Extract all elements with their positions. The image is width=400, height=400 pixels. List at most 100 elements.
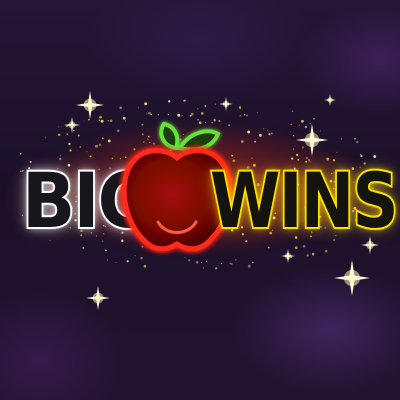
gold-dust — [144, 102, 148, 106]
gold-dust — [254, 140, 256, 143]
gold-dust — [355, 140, 359, 144]
gold-dust — [231, 263, 233, 265]
gold-dust — [292, 134, 295, 137]
gold-dust — [100, 119, 104, 123]
gold-dust — [157, 114, 159, 116]
gold-dust — [57, 133, 61, 137]
gold-dust — [324, 249, 328, 253]
gold-dust — [195, 260, 199, 264]
gold-dust — [187, 259, 191, 262]
gold-dust — [247, 130, 251, 134]
gold-dust — [309, 123, 311, 125]
gold-dust — [243, 113, 246, 116]
sparkle-icon — [219, 97, 233, 111]
gold-dust — [86, 151, 88, 153]
gold-dust — [148, 111, 151, 115]
gold-dust — [107, 119, 110, 122]
gold-dust — [294, 246, 298, 250]
gold-dust — [137, 107, 139, 109]
sparkle-icon — [86, 286, 110, 310]
gold-dust — [341, 138, 343, 140]
gold-dust — [77, 134, 80, 137]
gold-dust — [119, 106, 122, 110]
gold-dust — [313, 118, 315, 120]
gold-dust — [190, 112, 194, 116]
gold-dust — [302, 244, 306, 248]
gold-dust — [68, 142, 71, 146]
gold-dust — [247, 264, 251, 268]
gold-dust — [258, 133, 262, 137]
gold-dust — [229, 262, 232, 265]
gold-dust — [252, 261, 254, 264]
gold-dust — [82, 247, 85, 249]
gold-dust — [239, 115, 242, 117]
gold-dust — [336, 151, 338, 153]
logo-word-wins: WINS — [208, 156, 400, 245]
gold-dust — [298, 124, 300, 126]
gold-dust — [126, 260, 129, 263]
gold-dust — [58, 126, 60, 128]
gold-dust — [267, 246, 270, 249]
sparkle-icon — [76, 91, 104, 119]
gold-dust — [95, 144, 98, 148]
gold-dust — [167, 113, 170, 116]
gold-dust — [98, 119, 101, 121]
gold-dust — [83, 120, 85, 122]
gold-dust — [87, 118, 90, 121]
gold-dust — [183, 99, 186, 102]
gold-dust — [221, 263, 223, 265]
gold-dust — [215, 267, 218, 270]
gold-dust — [181, 114, 183, 116]
gold-dust — [291, 110, 294, 113]
gold-dust — [206, 260, 208, 262]
gold-dust — [214, 103, 216, 105]
gold-dust — [45, 137, 47, 139]
gold-dust — [202, 267, 204, 269]
gold-dust — [266, 129, 268, 131]
gold-dust — [304, 126, 307, 129]
gold-dust — [197, 108, 199, 110]
gold-dust — [268, 133, 271, 136]
gold-dust — [73, 129, 75, 131]
gold-dust — [107, 259, 109, 261]
gold-dust — [200, 262, 202, 264]
gold-dust — [146, 113, 148, 115]
gold-dust — [107, 139, 111, 143]
gold-dust — [270, 132, 273, 135]
gold-dust — [241, 140, 244, 143]
gold-dust — [177, 113, 181, 117]
gold-dust — [115, 262, 117, 264]
sparkle-icon — [334, 260, 370, 296]
sparkle-icon — [296, 124, 328, 156]
gold-dust — [79, 145, 82, 148]
gold-dust — [99, 115, 102, 119]
gold-dust — [104, 249, 107, 252]
gold-dust — [290, 123, 292, 126]
gold-dust — [301, 146, 305, 149]
gold-dust — [289, 131, 291, 133]
gold-dust — [300, 119, 304, 123]
gold-dust — [19, 152, 22, 155]
gold-dust — [98, 143, 102, 146]
gold-dust — [354, 138, 356, 140]
sparkle-icon — [64, 117, 80, 133]
gold-dust — [101, 137, 104, 140]
gold-dust — [143, 264, 147, 268]
gold-dust — [168, 100, 171, 103]
sparkle-icon — [324, 94, 336, 106]
leaf-icon — [159, 121, 221, 152]
gold-dust — [204, 105, 207, 107]
gold-dust — [69, 149, 72, 152]
gold-dust — [246, 114, 248, 117]
gold-dust — [256, 112, 258, 114]
gold-dust — [238, 106, 242, 109]
gold-dust — [235, 259, 237, 261]
sparkle-icon — [281, 249, 295, 263]
gold-dust — [306, 254, 309, 257]
gold-dust — [319, 130, 321, 132]
gold-dust — [200, 112, 204, 115]
gold-dust — [66, 133, 69, 135]
gold-dust — [263, 128, 265, 130]
gold-dust — [150, 113, 153, 116]
gold-dust — [293, 148, 295, 150]
